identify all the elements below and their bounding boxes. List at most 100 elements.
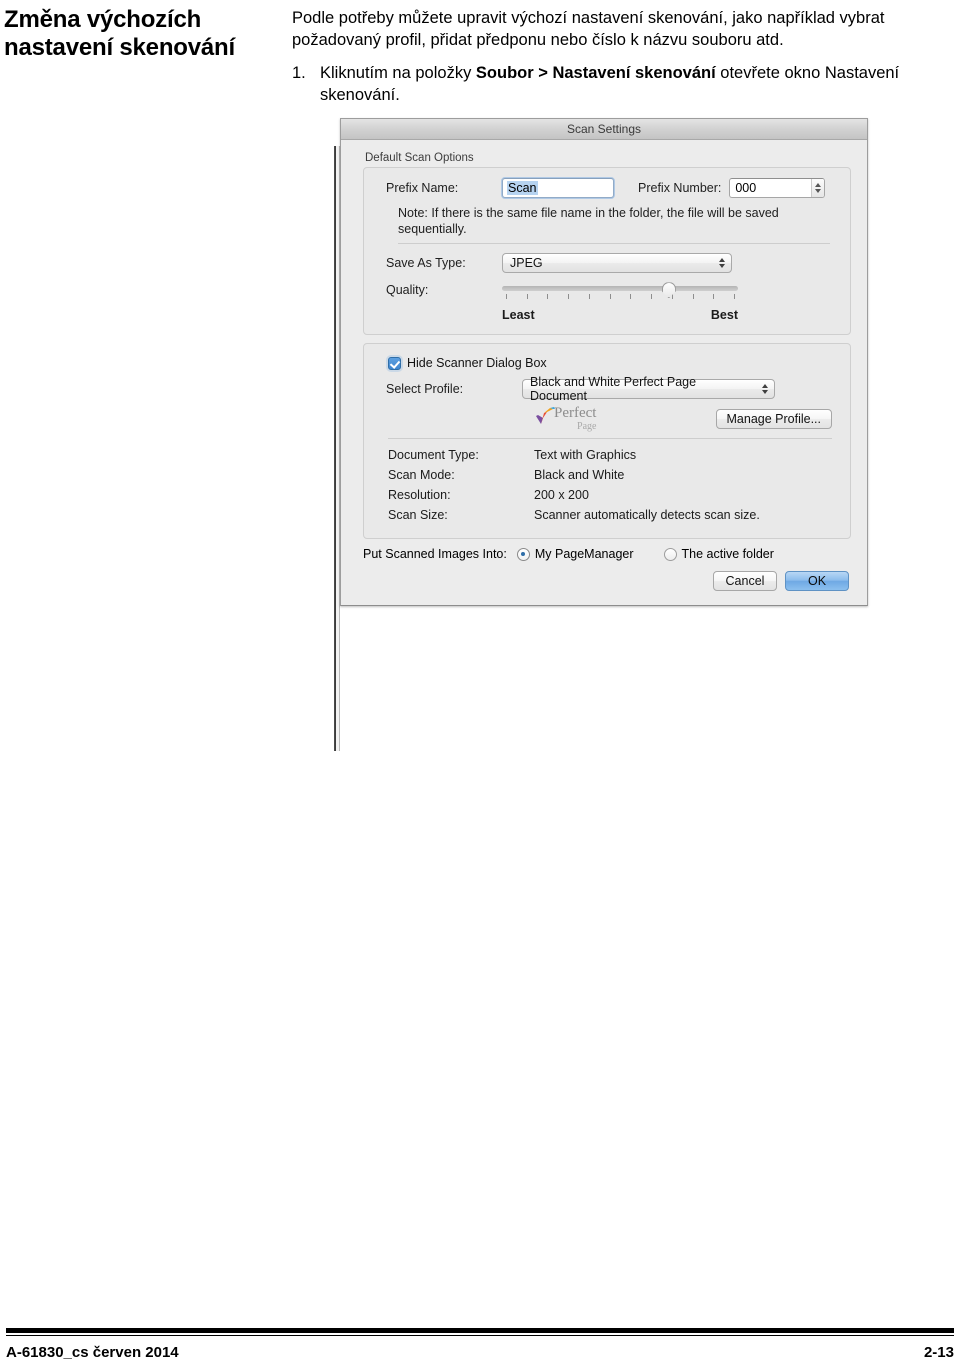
prefix-name-value: Scan: [507, 181, 538, 196]
perfect-page-wordmark: Perfect Page: [554, 406, 596, 432]
hide-scanner-dialog-checkbox-row[interactable]: Hide Scanner Dialog Box: [388, 356, 834, 370]
ok-button[interactable]: OK: [785, 571, 849, 592]
radio-option-label: The active folder: [681, 547, 774, 562]
put-scanned-images-label: Put Scanned Images Into:: [363, 547, 507, 562]
select-profile-select[interactable]: Black and White Perfect Page Document: [522, 375, 775, 403]
perfect-page-word-2: Page: [577, 421, 597, 433]
info-key: Document Type:: [388, 448, 479, 463]
footer-rule-thick: [6, 1328, 954, 1333]
quality-slider[interactable]: [502, 280, 738, 310]
divider: [388, 438, 832, 440]
footer-page-number: 2-13: [923, 1344, 954, 1361]
save-as-type-value: JPEG: [510, 256, 543, 271]
dialog-titlebar[interactable]: Scan Settings: [341, 119, 867, 141]
perfect-page-logo: Perfect Page: [534, 406, 596, 432]
body-column: Podle potřeby můžete upravit výchozí nas…: [292, 4, 960, 752]
prefix-name-label: Prefix Name:: [386, 181, 459, 196]
chevron-updown-icon: [759, 384, 770, 395]
checkbox-checked-icon[interactable]: [388, 356, 401, 370]
slider-tick: [734, 294, 735, 300]
background-window-edge: [335, 146, 336, 752]
info-value: 200 x 200: [534, 488, 589, 503]
chevron-down-icon: [815, 189, 822, 194]
save-as-type-select[interactable]: JPEG: [502, 253, 732, 274]
prefix-number-label: Prefix Number:: [638, 181, 722, 196]
intro-paragraph: Podle potřeby můžete upravit výchozí nas…: [292, 9, 885, 49]
prefix-number-stepper[interactable]: 000: [729, 178, 826, 199]
radio-option[interactable]: The active folder: [663, 547, 774, 562]
step-number: 1.: [292, 63, 306, 82]
default-scan-options-label: Default Scan Options: [365, 152, 474, 165]
slider-tick: [713, 294, 715, 300]
put-scanned-images-options: My PageManager The active folder: [516, 547, 804, 562]
select-profile-label: Select Profile:: [386, 382, 464, 397]
info-key: Scan Size:: [388, 508, 448, 523]
page-title: Změna výchozích nastavení skenování: [4, 6, 284, 62]
profile-group: Hide Scanner Dialog Box Select Profile: …: [363, 343, 851, 540]
step-text-bold: Soubor > Nastavení skenování: [475, 63, 716, 82]
chevron-up-icon: [761, 384, 768, 389]
profile-info-table: Document Type: Text with Graphics Scan Mod…: [388, 448, 834, 522]
info-value: Scanner automatically detects scan size.: [534, 508, 760, 523]
page-title-line-2: nastavení skenování: [4, 34, 235, 62]
scan-settings-screenshot: Scan Settings Default Scan Options Prefi…: [334, 118, 869, 752]
manage-profile-button[interactable]: Manage Profile...: [715, 409, 832, 430]
slider-tick: [506, 294, 507, 300]
chevron-down-icon: [718, 264, 725, 269]
quality-best-label: Best: [710, 308, 738, 323]
default-scan-options-group: Prefix Name: Scan Prefix Number: 000 Not…: [363, 167, 851, 336]
select-profile-value: Black and White Perfect Page Document: [530, 375, 697, 404]
slider-tick: [609, 294, 611, 300]
dialog-body: Default Scan Options Prefix Name: Scan P…: [341, 140, 867, 606]
table-row: Scan Mode: Black and White: [388, 468, 834, 482]
chevron-updown-icon: [716, 258, 727, 269]
footer-line: A-61830_cs červen 2014 2-13: [6, 1344, 954, 1369]
list-item: 1. Kliknutím na položky Soubor > Nastave…: [292, 62, 948, 107]
radio-option-label: My PageManager: [534, 547, 634, 562]
hide-scanner-dialog-label: Hide Scanner Dialog Box: [407, 356, 547, 371]
slider-tick: [651, 294, 653, 300]
slider-tick: [588, 294, 590, 300]
slider-tick: [568, 294, 570, 300]
put-scanned-images-row: Put Scanned Images Into: My PageManager T…: [363, 547, 851, 561]
stepper-arrows-icon[interactable]: [811, 179, 825, 198]
quality-row: Quality: Least Best: [386, 280, 834, 322]
radio-unselected-icon[interactable]: [663, 547, 677, 561]
save-as-type-row: Save As Type: JPEG: [386, 253, 834, 274]
radio-option[interactable]: My PageManager: [516, 547, 634, 562]
prefix-row: Prefix Name: Scan Prefix Number: 000: [386, 177, 834, 200]
chevron-up-icon: [815, 183, 822, 188]
table-row: Scan Size: Scanner automatically detects …: [388, 508, 834, 522]
info-value: Text with Graphics: [534, 448, 637, 463]
perfect-page-row: Perfect Page Manage Profile...: [386, 406, 834, 432]
profile-group-inner: Hide Scanner Dialog Box Select Profile: …: [374, 352, 840, 530]
step-text: Kliknutím na položky Soubor > Nastavení …: [320, 62, 948, 107]
page-content: Změna výchozích nastavení skenování Podl…: [0, 0, 960, 752]
slider-tick: [526, 294, 528, 300]
slider-ticks: [502, 294, 738, 300]
dialog-title: Scan Settings: [566, 122, 642, 137]
footer-doc-id: A-61830_cs červen 2014: [6, 1344, 179, 1361]
group-inner: Prefix Name: Scan Prefix Number: 000 Not…: [374, 176, 840, 326]
prefix-name-input[interactable]: Scan: [501, 177, 615, 200]
dialog-footer: Cancel OK: [353, 565, 855, 595]
table-row: Resolution: 200 x 200: [388, 488, 834, 502]
table-row: Document Type: Text with Graphics: [388, 448, 834, 462]
select-profile-row: Select Profile: Black and White Perfect …: [386, 375, 834, 403]
cancel-button[interactable]: Cancel: [713, 571, 777, 592]
info-value: Black and White: [534, 468, 625, 483]
scan-settings-dialog: Scan Settings Default Scan Options Prefi…: [340, 118, 868, 607]
page-title-line-1: Změna výchozích: [4, 6, 202, 33]
radio-selected-icon[interactable]: [516, 547, 530, 561]
info-key: Scan Mode:: [388, 468, 455, 483]
footer-rule-thin: [6, 1335, 954, 1336]
info-key: Resolution:: [388, 488, 451, 503]
perfect-page-check-icon: [536, 407, 555, 425]
chevron-up-icon: [718, 258, 725, 263]
slider-tick: [630, 294, 632, 300]
quality-least-label: Least: [502, 308, 535, 323]
save-as-type-label: Save As Type:: [386, 256, 466, 271]
step-text-prefix: Kliknutím na položky: [320, 63, 476, 82]
quality-label: Quality:: [386, 283, 429, 298]
perfect-page-word-1: Perfect: [554, 405, 597, 422]
